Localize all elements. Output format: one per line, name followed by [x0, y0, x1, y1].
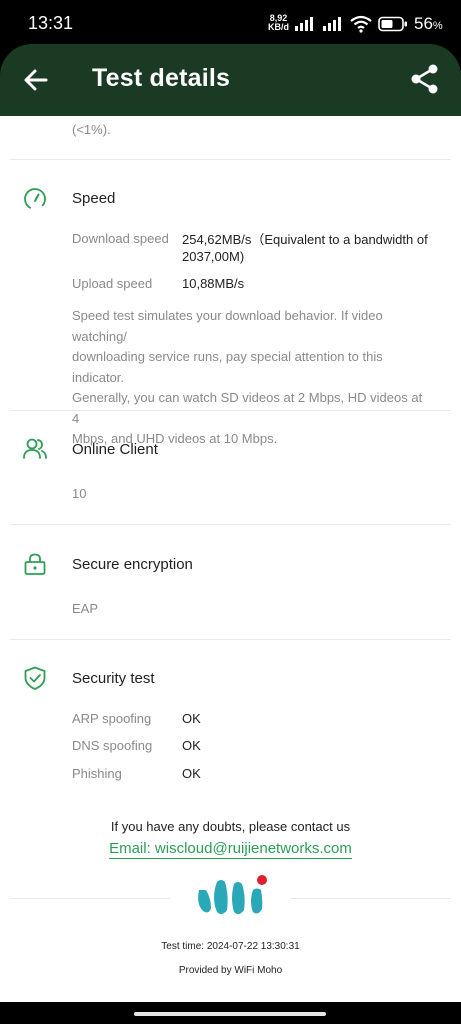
battery-percent: 56% — [414, 14, 443, 34]
status-icons: 56% — [294, 13, 443, 35]
speed-title: Speed — [72, 190, 116, 207]
wifi-moho-logo — [198, 875, 267, 915]
divider-right — [291, 898, 451, 899]
network-speed: 8,92 KB/d — [268, 14, 289, 32]
top-note: (<1%). — [72, 122, 111, 137]
provided-by: Provided by WiFi Moho — [178, 965, 283, 976]
download-speed-value: 254,62MB/s（Equivalent to a bandwidth of … — [182, 231, 428, 265]
contact-text: If you have any doubts, please contact u… — [110, 819, 351, 834]
battery-icon — [378, 16, 407, 32]
status-time: 13:31 — [28, 13, 74, 33]
divider — [10, 524, 451, 525]
divider — [10, 159, 451, 160]
speed-description-line: Generally, you can watch SD videos at 2 … — [72, 390, 423, 426]
arrow-left-icon[interactable] — [20, 64, 52, 96]
page-title: Test details — [92, 64, 231, 92]
divider — [10, 410, 451, 411]
email-link-text[interactable]: Email: wiscloud@ruijienetworks.com — [109, 840, 352, 859]
battery-percent-value: 56 — [414, 14, 433, 33]
lock-icon — [24, 553, 46, 575]
online-client-value: 10 — [72, 486, 87, 501]
dns-spoofing-value: OK — [182, 738, 201, 753]
phishing-value: OK — [182, 766, 201, 781]
security-test-title: Security test — [72, 670, 155, 687]
secure-encryption-value: EAP — [72, 601, 99, 616]
download-speed-label: Download speed — [72, 231, 169, 246]
users-icon — [23, 438, 47, 459]
speedometer-icon — [24, 188, 46, 210]
network-speed-unit: KB/d — [268, 22, 289, 32]
online-client-title: Online Client — [72, 441, 158, 458]
share-icon[interactable] — [408, 62, 442, 96]
speed-description-line: Speed test simulates your download behav… — [72, 308, 383, 344]
arp-spoofing-value: OK — [182, 711, 201, 726]
arp-spoofing-label: ARP spoofing — [72, 711, 152, 726]
secure-encryption-title: Secure encryption — [72, 556, 193, 573]
shield-check-icon — [24, 666, 46, 690]
speed-description-line: downloading service runs, pay special at… — [72, 349, 383, 385]
upload-speed-label: Upload speed — [72, 276, 153, 291]
wifi-icon — [350, 15, 372, 33]
download-speed-value-line2: 2037,00M) — [182, 249, 245, 264]
home-gesture-handle[interactable] — [134, 1012, 326, 1016]
divider — [10, 639, 451, 640]
app-bar: Test details — [0, 44, 461, 116]
divider-left — [10, 898, 170, 899]
speed-description: Speed test simulates your download behav… — [72, 306, 432, 450]
dns-spoofing-label: DNS spoofing — [72, 738, 153, 753]
battery-percent-sign: % — [432, 20, 443, 32]
test-time: Test time: 2024-07-22 13:30:31 — [161, 941, 300, 952]
upload-speed-value: 10,88MB/s — [182, 276, 245, 291]
signal-icon-2 — [323, 17, 341, 31]
email-link[interactable]: Email: wiscloud@ruijienetworks.com — [0, 840, 461, 859]
download-speed-value-line1: 254,62MB/s（Equivalent to a bandwidth of — [182, 232, 428, 247]
phishing-label: Phishing — [72, 766, 122, 781]
navigation-bar — [0, 1002, 461, 1024]
signal-icon — [295, 17, 313, 31]
test-details-content[interactable]: (<1%). Speed Download speed 254,62MB/s（E… — [0, 116, 461, 1002]
status-bar: 13:31 8,92 KB/d 56% — [0, 0, 461, 44]
